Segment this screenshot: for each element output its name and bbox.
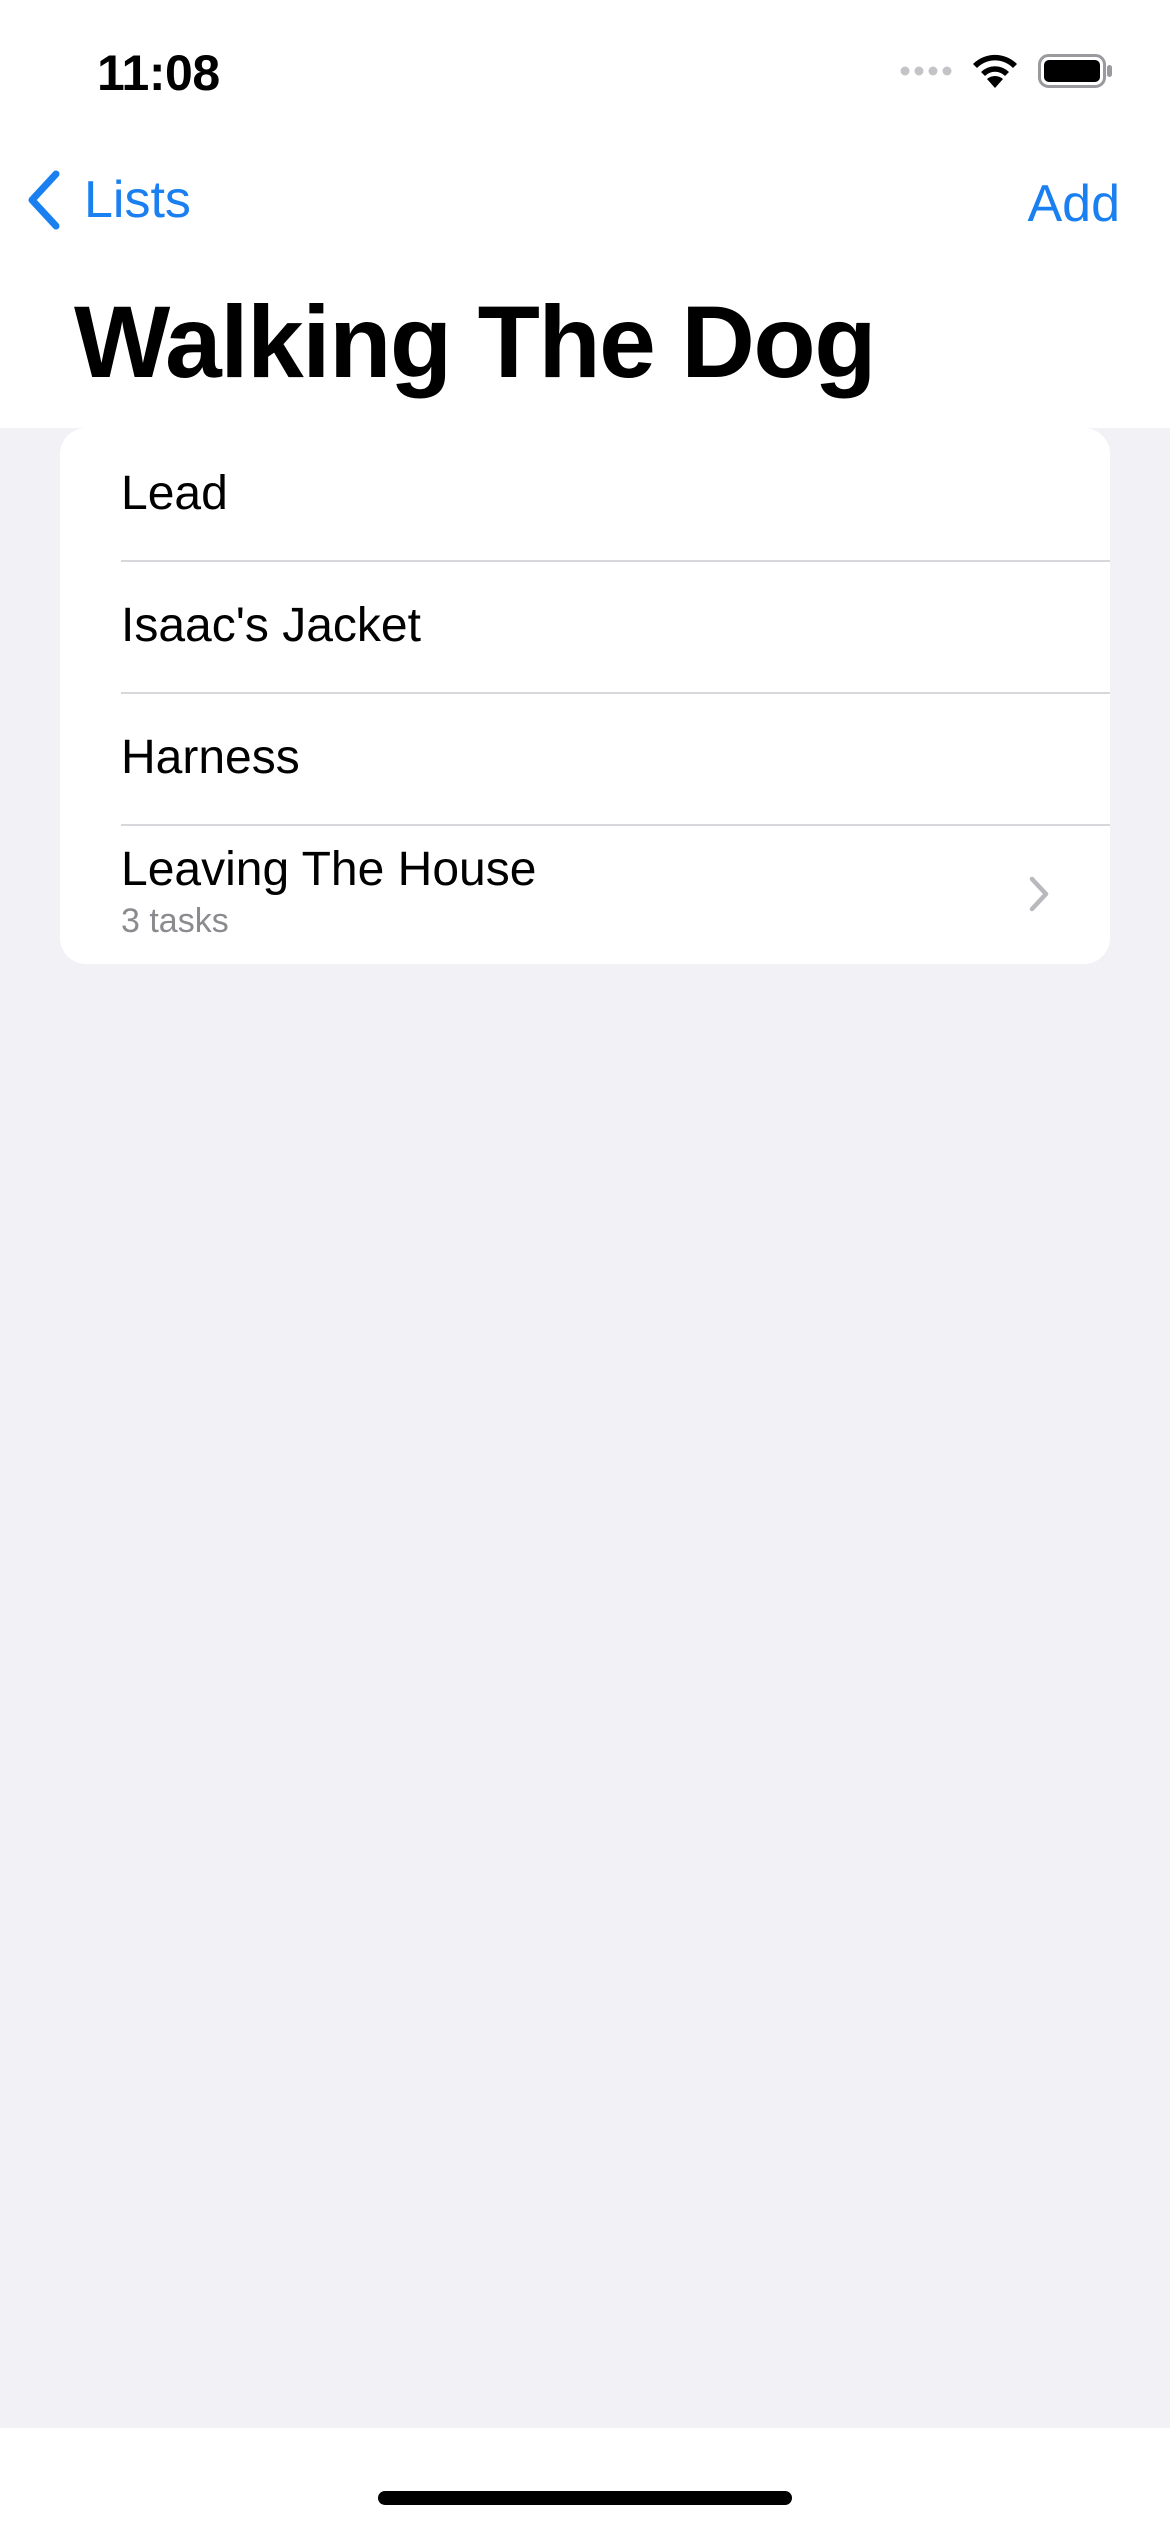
back-button-label: Lists <box>84 171 191 229</box>
back-chevron-icon <box>28 170 60 230</box>
status-time: 11:08 <box>97 45 220 101</box>
task-list: Lead Isaac's Jacket Harness Leaving The … <box>60 428 1110 964</box>
back-button[interactable]: Lists <box>26 170 191 230</box>
battery-icon <box>1038 54 1112 88</box>
group-row-label: Leaving The House <box>121 843 537 896</box>
list-item-label: Harness <box>121 731 300 784</box>
page-title: Walking The Dog <box>74 285 877 399</box>
status-icons <box>900 52 1114 90</box>
cellular-icon <box>900 66 952 76</box>
list-item[interactable]: Lead <box>60 428 1110 560</box>
home-area <box>0 2428 1170 2532</box>
list-item-label: Isaac's Jacket <box>121 599 421 652</box>
home-indicator[interactable] <box>378 2491 792 2505</box>
list-item-label: Lead <box>121 467 228 520</box>
chevron-right-icon <box>1029 876 1049 912</box>
status-bar: 11:08 <box>0 0 1170 140</box>
screen: 11:08 Lists Add Walking The Dog Lead Isa… <box>0 0 1170 2532</box>
group-row-leaving-the-house[interactable]: Leaving The House 3 tasks <box>60 824 1110 964</box>
list-item[interactable]: Isaac's Jacket <box>60 560 1110 692</box>
group-row-subtitle: 3 tasks <box>121 902 229 940</box>
list-item[interactable]: Harness <box>60 692 1110 824</box>
add-button[interactable]: Add <box>1027 178 1120 230</box>
wifi-icon <box>973 54 1017 88</box>
